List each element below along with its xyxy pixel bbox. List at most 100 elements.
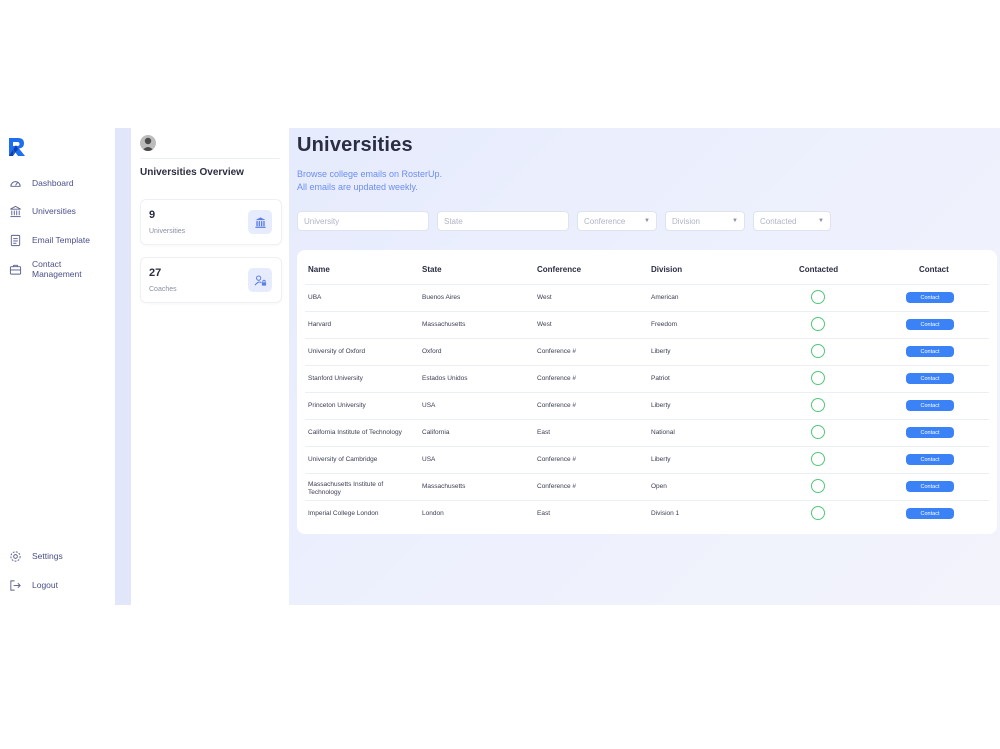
table-row[interactable]: University of Oxford Oxford Conference # Li…: [305, 338, 989, 366]
sidebar-item-logout[interactable]: Logout: [8, 578, 58, 592]
table-row[interactable]: UBA Buenos Aires West American Contact: [305, 284, 989, 312]
table-row[interactable]: Imperial College London London East Divisio…: [305, 500, 989, 528]
cell-name: Princeton University: [308, 402, 366, 409]
cell-division: Liberty: [651, 348, 671, 355]
table-row[interactable]: University of Cambridge USA Conference # Li…: [305, 446, 989, 474]
contact-button[interactable]: Contact: [906, 319, 954, 330]
column-header-name[interactable]: Name: [308, 265, 330, 274]
contact-button[interactable]: Contact: [906, 292, 954, 303]
sidebar-item-email-template[interactable]: Email Template: [8, 233, 90, 247]
bank-icon: [248, 210, 272, 234]
cell-conference: Conference #: [537, 483, 577, 490]
table-row[interactable]: Harvard Massachusetts West Freedom Contact: [305, 311, 989, 339]
stat-card-universities: 9 Universities: [140, 199, 282, 245]
cell-division: Division 1: [651, 510, 680, 517]
sidebar-item-label: Logout: [32, 580, 58, 590]
contacted-toggle[interactable]: [811, 398, 825, 412]
cell-state: USA: [422, 456, 436, 463]
chevron-down-icon: ▼: [818, 218, 824, 224]
column-header-contacted[interactable]: Contacted: [799, 265, 838, 274]
cell-conference: Conference #: [537, 375, 577, 382]
division-select[interactable]: Division ▼: [665, 211, 745, 231]
select-value: Conference: [584, 216, 626, 226]
cell-conference: Conference #: [537, 348, 577, 355]
column-header-state[interactable]: State: [422, 265, 442, 274]
column-header-division[interactable]: Division: [651, 265, 682, 274]
stat-label: Universities: [149, 228, 186, 235]
logout-icon: [8, 578, 22, 592]
sidebar-item-label: Dashboard: [32, 178, 74, 188]
overview-divider: [140, 158, 280, 159]
sidebar-item-contact-management[interactable]: Contact Management: [8, 259, 92, 279]
cell-conference: West: [537, 321, 552, 328]
contact-button[interactable]: Contact: [906, 481, 954, 492]
cell-conference: East: [537, 429, 551, 436]
table-row[interactable]: Princeton University USA Conference # Liber…: [305, 392, 989, 420]
sidebar-item-label: Settings: [32, 551, 63, 561]
sidebar-divider: [115, 128, 131, 605]
chevron-down-icon: ▼: [644, 218, 650, 224]
cell-name: Harvard: [308, 321, 332, 328]
cell-conference: West: [537, 294, 552, 301]
column-header-contact[interactable]: Contact: [919, 265, 949, 274]
universities-table: Name State Conference Division Contacted…: [297, 250, 997, 534]
contacted-toggle[interactable]: [811, 290, 825, 304]
cell-division: American: [651, 294, 679, 301]
cell-name: University of Oxford: [308, 348, 366, 355]
contact-button[interactable]: Contact: [906, 427, 954, 438]
bank-icon: [8, 204, 22, 218]
contacted-toggle[interactable]: [811, 452, 825, 466]
briefcase-icon: [8, 262, 22, 276]
contact-button[interactable]: Contact: [906, 346, 954, 357]
sidebar-item-label: Universities: [32, 206, 76, 216]
cell-state: Oxford: [422, 348, 442, 355]
rosterup-logo[interactable]: [8, 137, 26, 157]
overview-panel: Universities Overview 9 Universities 27 …: [131, 128, 289, 605]
university-search-input[interactable]: [297, 211, 429, 231]
contact-button[interactable]: Contact: [906, 454, 954, 465]
contacted-toggle[interactable]: [811, 506, 825, 520]
sidebar-item-label: Contact Management: [32, 259, 82, 279]
sidebar-item-settings[interactable]: Settings: [8, 549, 63, 563]
contacted-toggle[interactable]: [811, 425, 825, 439]
select-value: Division: [672, 216, 701, 226]
page-title: Universities: [297, 134, 413, 156]
contact-button[interactable]: Contact: [906, 400, 954, 411]
contacted-toggle[interactable]: [811, 317, 825, 331]
contacted-select[interactable]: Contacted ▼: [753, 211, 831, 231]
column-header-conference[interactable]: Conference: [537, 265, 581, 274]
sidebar-item-label: Email Template: [32, 235, 90, 245]
table-row[interactable]: California Institute of Technology Califo…: [305, 419, 989, 447]
table-row[interactable]: Massachusetts Institute of Technology Mas…: [305, 473, 989, 501]
avatar[interactable]: [140, 135, 156, 151]
cell-division: Patriot: [651, 375, 670, 382]
cell-state: Massachusetts: [422, 321, 466, 328]
sidebar-nav: Dashboard Universities Email Template Co…: [0, 128, 115, 605]
subtitle-line: Browse college emails on RosterUp.: [297, 169, 443, 179]
cell-state: London: [422, 510, 444, 517]
user-lock-icon: [248, 268, 272, 292]
contact-button[interactable]: Contact: [906, 508, 954, 519]
sidebar-item-dashboard[interactable]: Dashboard: [8, 176, 74, 190]
conference-select[interactable]: Conference ▼: [577, 211, 657, 231]
stat-label: Coaches: [149, 286, 177, 293]
cell-division: National: [651, 429, 675, 436]
table-header: Name State Conference Division Contacted…: [297, 250, 997, 284]
gear-icon: [8, 549, 22, 563]
cell-state: Buenos Aires: [422, 294, 461, 301]
document-icon: [8, 233, 22, 247]
app-window: Dashboard Universities Email Template Co…: [0, 128, 1000, 605]
cell-division: Open: [651, 483, 667, 490]
cell-conference: Conference #: [537, 402, 577, 409]
contacted-toggle[interactable]: [811, 371, 825, 385]
cell-state: California: [422, 429, 450, 436]
cell-conference: East: [537, 510, 551, 517]
state-search-input[interactable]: [437, 211, 569, 231]
stat-value: 9: [149, 209, 156, 221]
contacted-toggle[interactable]: [811, 344, 825, 358]
table-row[interactable]: Stanford University Estados Unidos Confere…: [305, 365, 989, 393]
contact-button[interactable]: Contact: [906, 373, 954, 384]
contacted-toggle[interactable]: [811, 479, 825, 493]
sidebar-item-universities[interactable]: Universities: [8, 204, 76, 218]
cell-state: USA: [422, 402, 436, 409]
